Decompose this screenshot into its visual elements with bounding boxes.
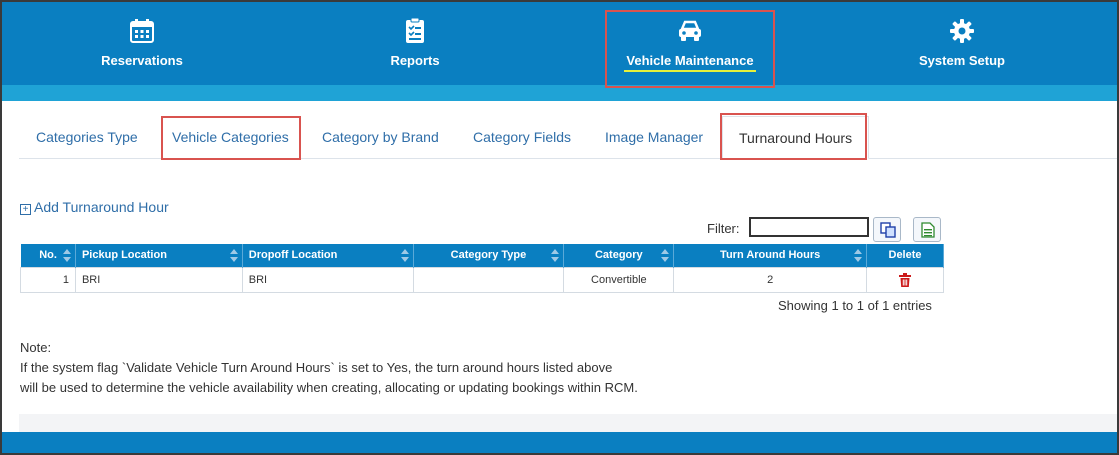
nav-reservations[interactable]: Reservations [12,2,272,85]
sort-icon [229,249,238,262]
tab-bar: Categories Type Vehicle Categories Categ… [19,116,1117,159]
spreadsheet-icon [921,222,935,238]
filter-input[interactable] [749,217,869,237]
cell-no: 1 [20,266,76,293]
table-header-row: No. Pickup Location Dropoff Location Cat… [20,244,944,267]
sub-bar [2,85,1117,101]
tab-categories-type[interactable]: Categories Type [36,116,138,159]
nav-label-system-setup: System Setup [919,53,1005,68]
export-excel-button[interactable] [913,217,941,242]
trash-icon[interactable] [899,272,912,287]
cell-delete [866,266,944,293]
col-category-label: Category [594,249,643,262]
tab-category-by-brand[interactable]: Category by Brand [322,116,439,159]
col-turn-around-hours-label: Turn Around Hours [720,249,821,262]
sort-icon [661,249,670,262]
bottom-bar [2,432,1117,453]
tab-turnaround-hours[interactable]: Turnaround Hours [722,116,870,159]
col-dropoff-location-label: Dropoff Location [248,249,338,262]
sort-icon [62,249,71,262]
active-nav-underline [624,70,756,72]
add-turnaround-hour-link[interactable]: + Add Turnaround Hour [20,199,169,215]
plus-icon: + [20,204,31,215]
add-turnaround-hour-label: Add Turnaround Hour [34,199,169,215]
sort-icon [400,249,409,262]
checklist-icon [406,18,424,43]
col-no[interactable]: No. [20,244,76,267]
note-line-1: If the system flag `Validate Vehicle Tur… [20,360,613,375]
col-category-type-label: Category Type [450,249,527,262]
note-block: Note: If the system flag `Validate Vehic… [20,338,638,398]
col-category-type[interactable]: Category Type [413,244,565,267]
cell-pickup-location[interactable]: BRI [74,266,243,293]
sort-icon [551,249,560,262]
calendar-icon [130,19,154,43]
cell-turn-around-hours: 2 [673,266,868,293]
nav-label-reservations: Reservations [101,53,183,68]
tab-category-fields[interactable]: Category Fields [473,116,571,159]
sort-icon [854,249,863,262]
tab-vehicle-categories[interactable]: Vehicle Categories [172,116,289,159]
copy-icon [880,222,896,238]
col-delete-label: Delete [888,249,922,262]
top-navigation: Reservations Reports Vehicle Maintenance… [2,2,1117,85]
cell-category-type [412,266,565,293]
cell-dropoff-location: BRI [241,266,414,293]
col-category[interactable]: Category [563,244,675,267]
table-row: 1 BRI BRI Convertible 2 [20,266,944,293]
nav-label-reports: Reports [390,53,440,68]
filter-label: Filter: [707,221,740,236]
content-footer-strip [19,414,1117,432]
col-dropoff-location[interactable]: Dropoff Location [242,244,414,267]
turnaround-hours-table: No. Pickup Location Dropoff Location Cat… [20,244,944,293]
nav-label-vehicle-maintenance: Vehicle Maintenance [626,53,754,68]
col-delete: Delete [866,244,944,267]
cell-category: Convertible [563,266,675,293]
app-window: Reservations Reports Vehicle Maintenance… [0,0,1119,455]
gear-icon [950,19,974,43]
copy-button[interactable] [873,217,901,242]
note-line-2: will be used to determine the vehicle av… [20,380,638,395]
note-title: Note: [20,340,52,355]
nav-reports[interactable]: Reports [285,2,545,85]
pagination-info: Showing 1 to 1 of 1 entries [778,298,932,313]
col-pickup-location-label: Pickup Location [81,249,167,262]
col-pickup-location[interactable]: Pickup Location [75,244,243,267]
nav-system-setup[interactable]: System Setup [832,2,1092,85]
car-icon [679,20,701,41]
nav-vehicle-maintenance[interactable]: Vehicle Maintenance [560,2,820,85]
col-turn-around-hours[interactable]: Turn Around Hours [673,244,868,267]
tab-image-manager[interactable]: Image Manager [605,116,703,159]
